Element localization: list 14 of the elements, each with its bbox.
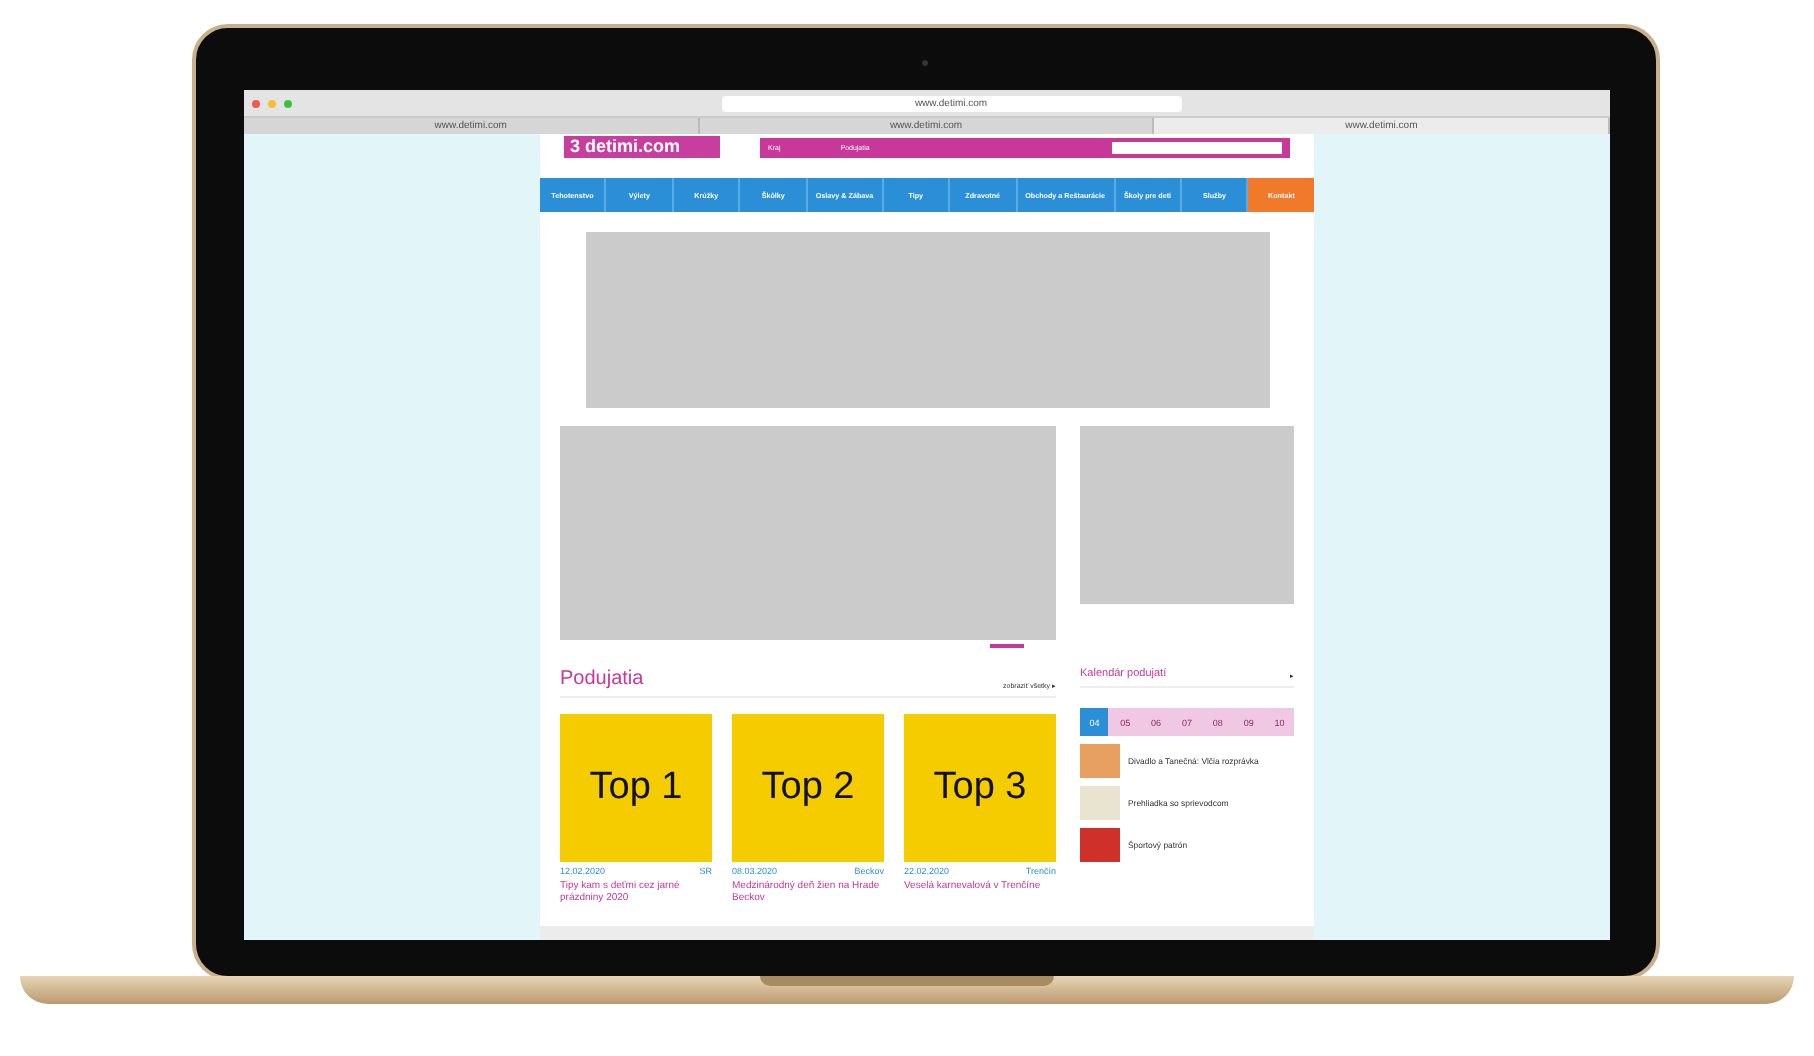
event-thumbnail[interactable] — [1080, 828, 1120, 862]
event-image[interactable]: Top 3 — [904, 714, 1056, 862]
event-image[interactable]: Top 1 — [560, 714, 712, 862]
minimize-icon[interactable] — [268, 99, 276, 107]
maximize-icon[interactable] — [284, 99, 292, 107]
event-image[interactable]: Top 2 — [732, 714, 884, 862]
section-title: Podujatia — [560, 668, 644, 690]
site-logo[interactable]: 3 detimi.com — [564, 136, 720, 158]
search-field[interactable] — [1112, 142, 1282, 154]
event-thumbnail[interactable] — [1080, 786, 1120, 820]
event-thumbnail[interactable] — [1080, 744, 1120, 778]
camera-icon — [922, 60, 928, 66]
close-icon[interactable] — [252, 99, 260, 107]
slider-indicator[interactable] — [990, 644, 1024, 648]
